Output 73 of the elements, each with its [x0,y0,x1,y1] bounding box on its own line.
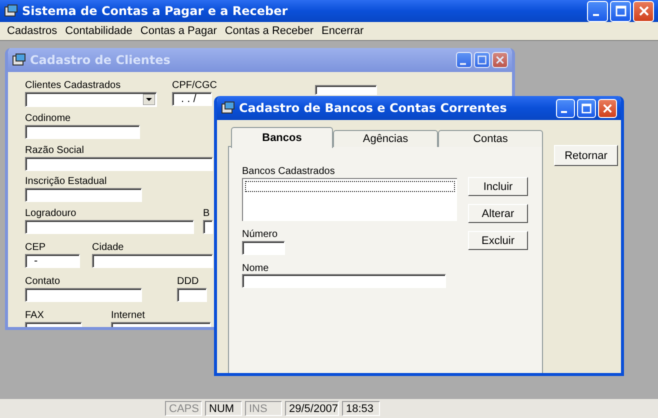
menu-item[interactable]: Encerrar [318,25,368,37]
maximize-icon [581,102,592,114]
close-button[interactable] [598,98,617,118]
field-label: CPF/CGC [172,80,217,92]
field-label: Inscrição Estadual [25,176,107,188]
maximize-button[interactable] [610,0,631,22]
status-panel: CAPS [165,401,202,416]
list-box[interactable] [242,178,457,221]
field-label: Clientes Cadastrados [25,80,121,92]
minimize-icon [460,63,466,65]
status-panel: 29/5/2007 [285,401,339,416]
dropdown-arrow-icon[interactable] [143,94,155,105]
close-button[interactable] [492,52,508,68]
return-button[interactable]: Retornar [554,145,618,166]
status-panel: NUM [205,401,242,416]
tab[interactable]: Agências [333,130,438,147]
app-icon [221,101,235,115]
close-icon [638,5,650,17]
input-field[interactable] [25,220,194,234]
status-panel: INS [245,401,282,416]
field-label: FAX [25,310,44,322]
field-label: Contato [25,276,60,288]
field-label: B [203,208,210,220]
window-title: Cadastro de Bancos e Contas Correntes [239,101,507,115]
field-label: CEP [25,242,46,254]
action-button[interactable]: Alterar [468,204,528,223]
app-icon [4,4,18,18]
minimize-icon [561,111,567,113]
field-label: Razão Social [25,145,84,157]
menu-item[interactable]: Contas a Receber [220,25,318,37]
close-icon [602,102,613,114]
maximize-icon [477,55,487,65]
menu-item[interactable]: Contas a Pagar [136,25,221,37]
minimize-button[interactable] [587,0,608,22]
maximize-button[interactable] [474,52,490,68]
combo-box[interactable] [25,92,157,107]
app-icon [12,53,26,67]
field-label: Internet [111,310,145,322]
input-field[interactable] [25,188,142,202]
maximize-icon [614,5,626,17]
field-label: Bancos Cadastrados [242,166,335,178]
field-label: Nome [242,263,269,275]
action-button[interactable]: Incluir [468,177,528,196]
input-field[interactable] [315,85,377,95]
input-field[interactable]: . . / [172,92,212,106]
menu-item[interactable]: Contabilidade [61,25,136,37]
field-label: Logradouro [25,208,76,220]
input-field[interactable] [25,288,142,302]
input-field[interactable] [25,125,140,139]
input-field[interactable] [203,220,213,234]
field-label: DDD [177,276,199,288]
input-field[interactable]: - [25,254,80,268]
input-field[interactable] [242,274,446,288]
field-label: Número [242,229,278,241]
action-button[interactable]: Excluir [468,231,528,250]
window-title: Sistema de Contas a Pagar e a Receber [22,4,288,18]
minimize-button[interactable] [556,98,575,118]
status-panel: 18:53 [342,401,380,416]
tab[interactable]: Bancos [231,127,333,148]
field-label: Codinome [25,113,71,125]
window-title: Cadastro de Clientes [30,53,170,67]
menu-item[interactable]: Cadastros [3,25,62,37]
input-field[interactable] [25,157,213,171]
minimize-button[interactable] [456,52,472,68]
minimize-icon [593,14,599,16]
input-field[interactable] [177,288,207,302]
field-label: Cidade [92,242,124,254]
close-button[interactable] [633,0,654,22]
maximize-button[interactable] [577,98,596,118]
input-field[interactable] [92,254,213,268]
input-field[interactable] [242,241,285,255]
tab[interactable]: Contas [438,130,543,147]
close-icon [495,55,505,65]
